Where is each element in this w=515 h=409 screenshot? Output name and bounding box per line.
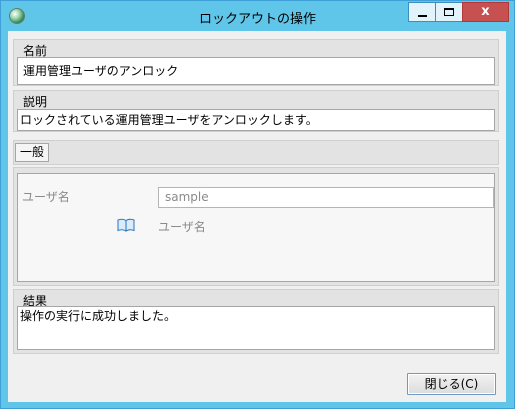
- username-input[interactable]: sample: [158, 187, 494, 208]
- tab-general[interactable]: 一般: [15, 143, 50, 162]
- book-icon: [117, 218, 135, 232]
- description-field[interactable]: ロックされている運用管理ユーザをアンロックします。: [17, 109, 495, 131]
- minimize-button[interactable]: [408, 2, 436, 22]
- name-group: 名前 運用管理ユーザのアンロック: [13, 39, 499, 86]
- dialog-window: ロックアウトの操作 x 名前 運用管理ユーザのアンロック 説明 ロックされている…: [0, 0, 515, 409]
- result-group: 結果 操作の実行に成功しました。: [13, 289, 499, 354]
- maximize-icon: [444, 8, 454, 16]
- name-field[interactable]: 運用管理ユーザのアンロック: [17, 57, 495, 85]
- dialog-client-area: 名前 運用管理ユーザのアンロック 説明 ロックされている運用管理ユーザをアンロッ…: [8, 31, 506, 402]
- maximize-button[interactable]: [435, 2, 463, 22]
- title-bar[interactable]: ロックアウトの操作 x: [1, 1, 514, 31]
- username-label: ユーザ名: [22, 190, 70, 204]
- close-button[interactable]: 閉じる(C): [407, 373, 496, 395]
- tab-strip: 一般: [13, 140, 499, 165]
- close-icon: x: [481, 4, 490, 19]
- result-field[interactable]: 操作の実行に成功しました。: [17, 306, 495, 350]
- close-window-button[interactable]: x: [462, 2, 509, 22]
- parameter-panel: ユーザ名 sample ユーザ名: [17, 173, 495, 282]
- description-group: 説明 ロックされている運用管理ユーザをアンロックします。: [13, 90, 499, 132]
- username-hint: ユーザ名: [158, 220, 206, 234]
- globe-icon: [9, 8, 25, 24]
- description-label: 説明: [23, 95, 48, 109]
- minimize-icon: [418, 15, 427, 17]
- tab-panel-general: ユーザ名 sample ユーザ名: [13, 167, 499, 286]
